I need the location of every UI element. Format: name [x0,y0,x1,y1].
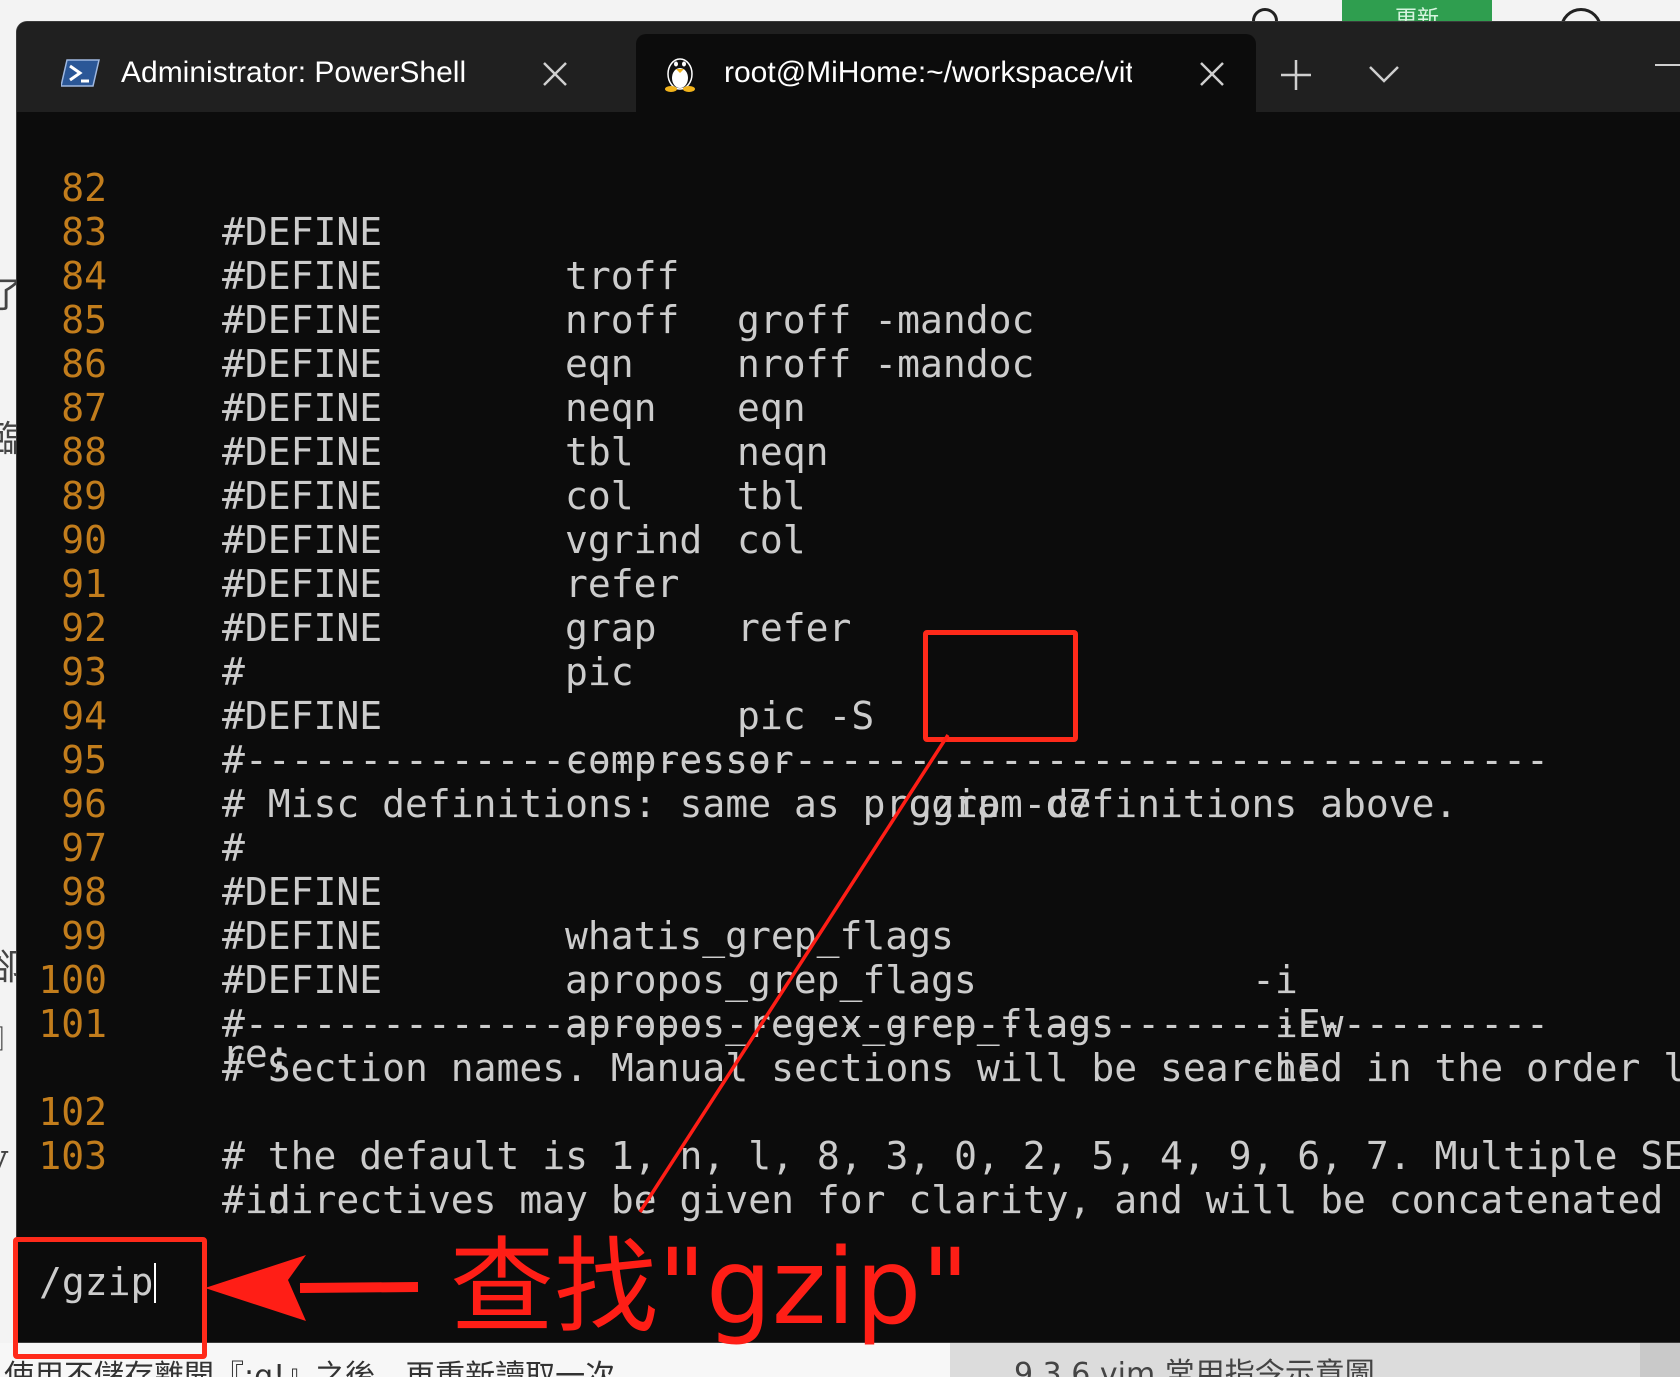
line-text: # directives may be given for clarity, a… [222,1178,1664,1222]
chevron-down-icon[interactable] [1367,62,1401,86]
file-line: 85 #DEFINE neqn neqn [17,254,1680,474]
background-scrollbar[interactable] [1640,1343,1680,1377]
background-figure-caption: 9.3.6 vim 常用指令示意圖 [950,1343,1655,1377]
file-line: 86 #DEFINE tbl tbl [17,298,1680,518]
close-icon[interactable] [1198,60,1226,88]
file-line: 99 #DEFINE apropos_regex_grep_flags -iE [17,870,1680,1090]
close-icon[interactable] [541,60,569,88]
line-text: in [222,1178,291,1222]
file-line: 83 #DEFINE nroff nroff -mandoc [17,166,1680,386]
tab-title: Administrator: PowerShell [121,56,467,89]
file-line: 92 # [17,562,1680,694]
file-line: 100 #-----------------------------------… [17,914,1680,1046]
file-line: 84 #DEFINE eqn eqn [17,210,1680,430]
file-line: 94 #------------------------------------… [17,650,1680,782]
tab-title: root@MiHome:~/workspace/vit [724,56,1132,89]
background-char: y [0,1138,8,1179]
linux-penguin-icon [665,58,695,92]
file-line: 91 #DEFINE pic pic -S [17,518,1680,738]
file-line: 102 # the default is 1, n, l, 8, 3, 0, 2… [17,1046,1680,1178]
terminal-window: Administrator: PowerShell root@MiHome:~/… [17,22,1680,1342]
highlight-box-gzip-match [923,630,1078,742]
file-line: 98 #DEFINE apropos_grep_flags -iEw [17,826,1680,1046]
file-line: 82 #DEFINE troff groff -mandoc [17,122,1680,342]
file-line-wrap: re; [17,988,1680,1076]
file-line: 103 # directives may be given for clarit… [17,1090,1680,1222]
file-line: 90 #DEFINE grap [17,474,1680,650]
file-line: 93 #DEFINE compressor gzip -c7 [17,606,1680,826]
figure-caption-text: 9.3.6 vim 常用指令示意圖 [1014,1357,1375,1377]
annotation-label: 查找"gzip" [450,1226,970,1348]
tab-linux-root[interactable]: root@MiHome:~/workspace/vit [636,34,1256,112]
file-content: 82 #DEFINE troff groff -mandoc 83 #DEFIN… [17,122,1680,1282]
tab-powershell[interactable]: Administrator: PowerShell [17,34,629,112]
file-line: 95 # Misc definitions: same as program d… [17,694,1680,826]
file-line: 88 #DEFINE vgrind [17,386,1680,562]
file-line-wrap: in [17,1134,1680,1222]
tab-bar: Administrator: PowerShell root@MiHome:~/… [17,22,1680,112]
powershell-icon [61,59,100,87]
file-line: 87 #DEFINE col col [17,342,1680,562]
highlight-box-search-command [13,1237,207,1359]
minimize-button[interactable] [1655,64,1680,66]
file-line: 96 # [17,738,1680,870]
file-line: 97 #DEFINE whatis_grep_flags -i [17,782,1680,1002]
new-tab-button[interactable] [1279,58,1313,92]
file-line: 89 #DEFINE refer refer [17,430,1680,650]
